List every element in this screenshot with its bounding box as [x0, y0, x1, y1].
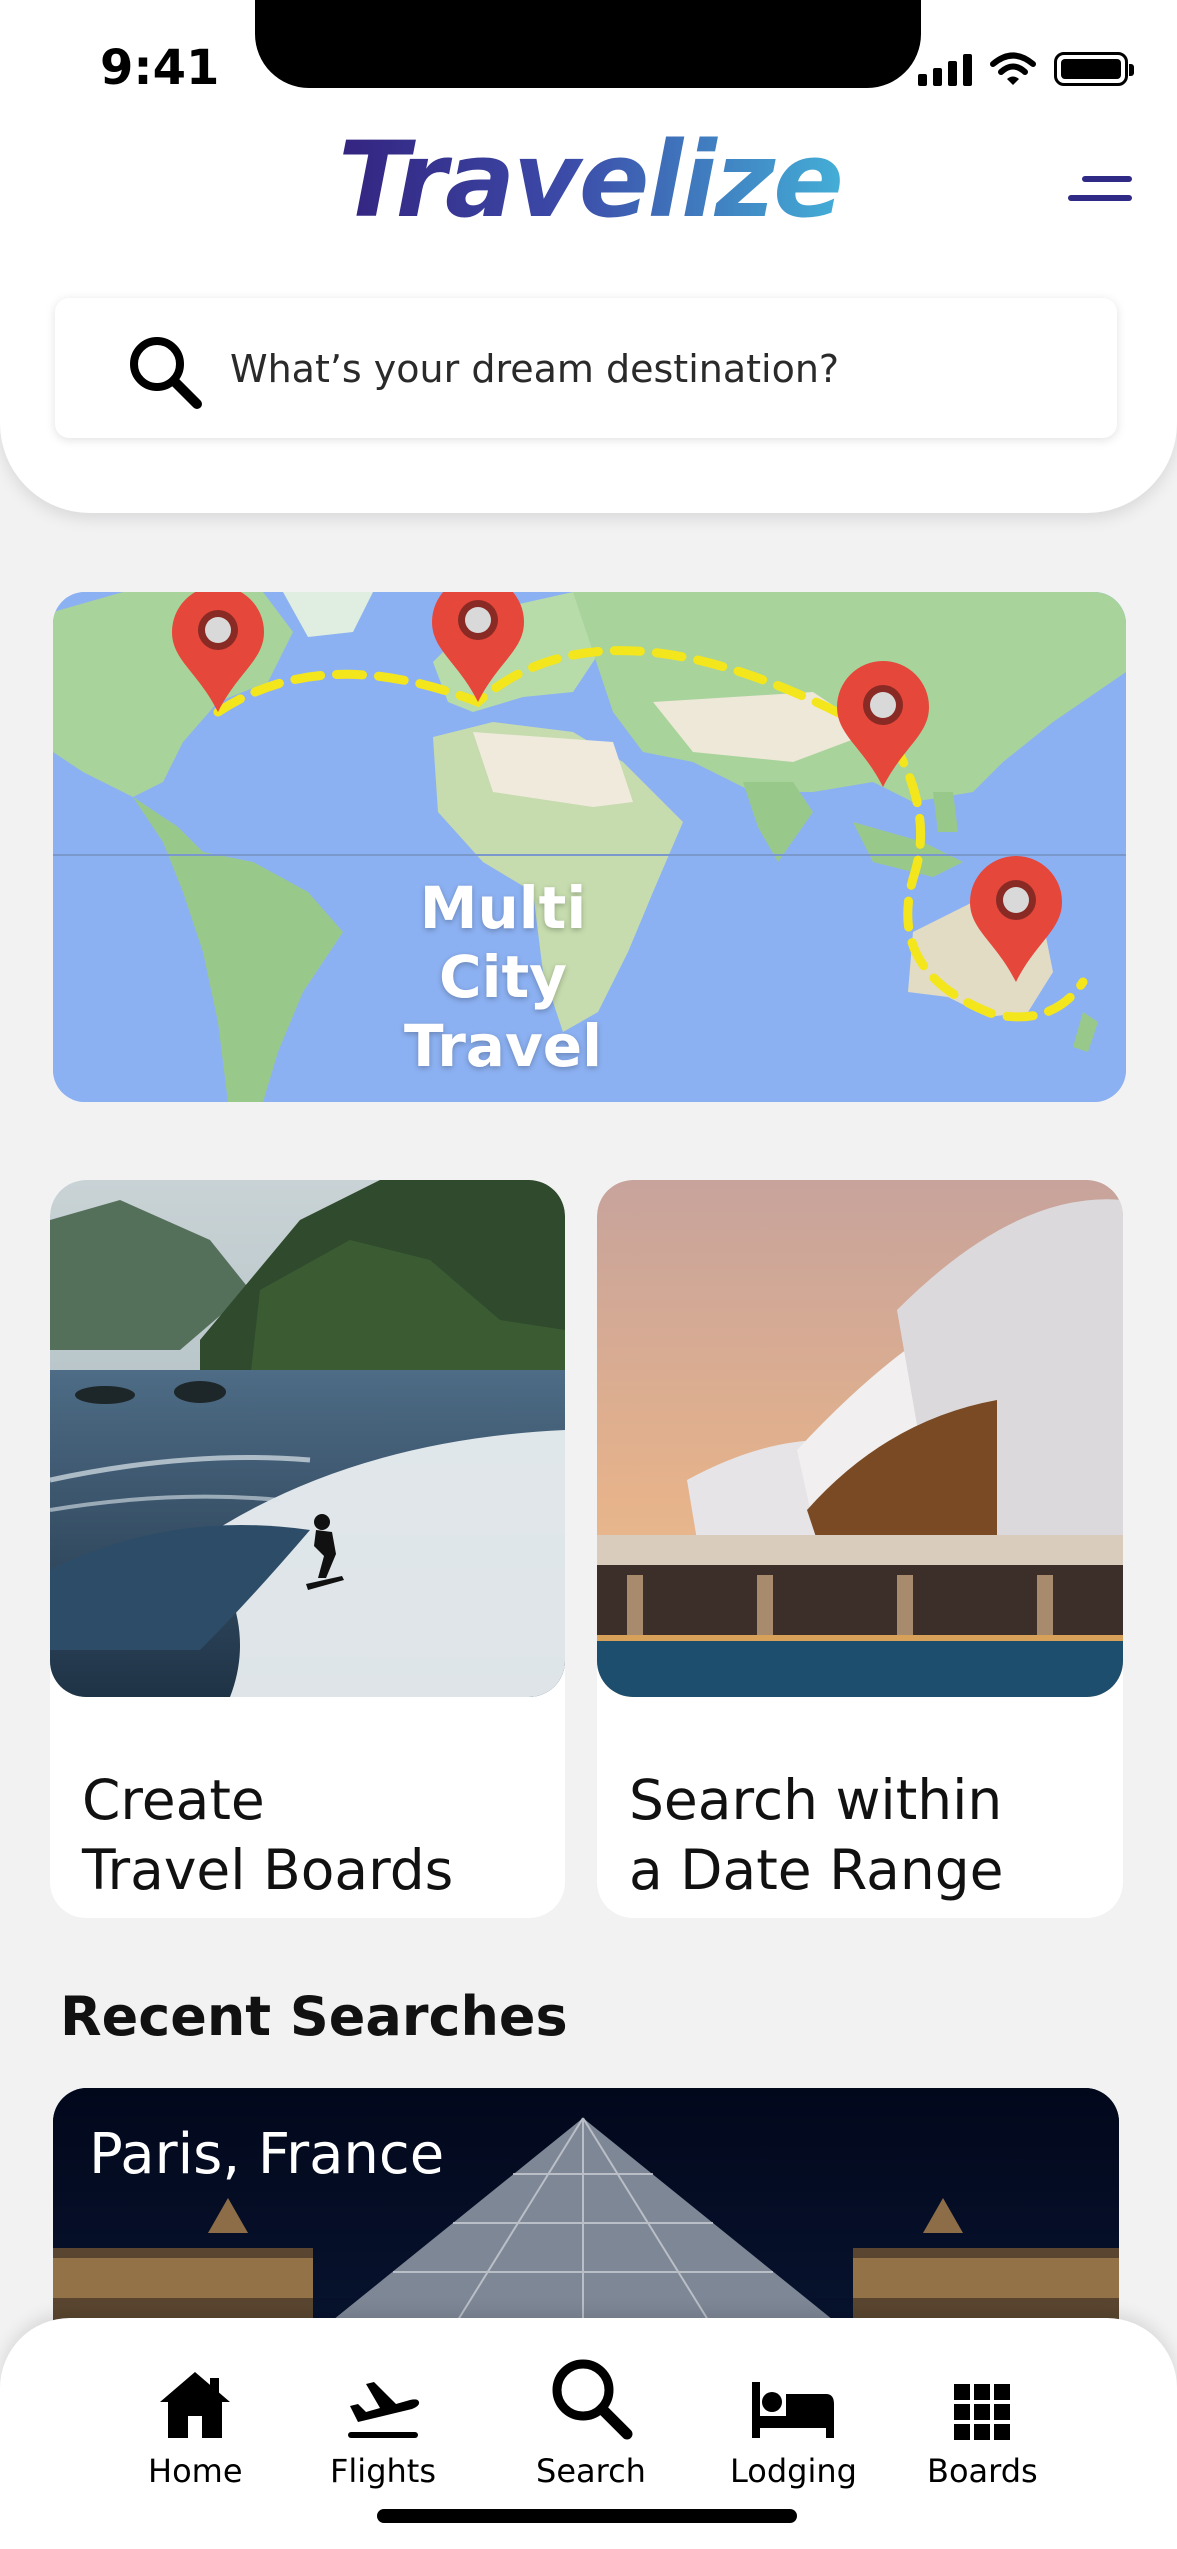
grid-icon: [954, 2384, 1011, 2440]
nav-label: Home: [148, 2452, 243, 2490]
surfer-photo: [50, 1180, 565, 1697]
create-travel-boards-label: Create Travel Boards: [82, 1768, 454, 1902]
nav-label: Lodging: [730, 2452, 857, 2490]
recent-searches-heading: Recent Searches: [60, 1985, 568, 2048]
home-indicator[interactable]: [377, 2509, 797, 2523]
nav-item-home[interactable]: Home: [148, 2360, 243, 2490]
app-logo: Travelize: [330, 120, 850, 240]
nav-label: Boards: [927, 2452, 1038, 2490]
nav-item-boards[interactable]: Boards: [927, 2360, 1038, 2490]
search-icon: [552, 2359, 633, 2440]
home-icon: [160, 2372, 231, 2438]
search-date-range-card[interactable]: Search within a Date Range: [597, 1180, 1123, 1918]
bed-icon: [752, 2382, 835, 2438]
search-icon: [130, 337, 202, 409]
nav-item-lodging[interactable]: Lodging: [730, 2360, 857, 2490]
nav-item-flights[interactable]: Flights: [330, 2360, 436, 2490]
menu-button[interactable]: [1068, 176, 1132, 202]
create-travel-boards-card[interactable]: Create Travel Boards: [50, 1180, 565, 1918]
opera-house-photo: [597, 1180, 1123, 1697]
search-date-range-label: Search within a Date Range: [629, 1768, 1004, 1902]
nav-label: Flights: [330, 2452, 436, 2490]
search-input[interactable]: [230, 334, 1090, 404]
flight-icon: [348, 2382, 420, 2438]
header: 9:41 Travelize: [0, 0, 1177, 513]
map-card-title: Multi City Travel: [404, 874, 602, 1080]
cellular-signal-icon: [918, 52, 972, 86]
nav-label: Search: [536, 2452, 646, 2490]
search-bar[interactable]: [55, 298, 1117, 438]
nav-item-search[interactable]: Search: [536, 2359, 646, 2490]
wifi-icon: [990, 52, 1036, 85]
multi-city-travel-card[interactable]: Multi City Travel: [53, 592, 1126, 1102]
battery-icon: [1054, 52, 1134, 86]
device-notch: [255, 0, 921, 88]
status-time: 9:41: [100, 40, 220, 96]
status-icons: [918, 52, 1134, 86]
recent-search-place: Paris, France: [89, 2122, 445, 2187]
